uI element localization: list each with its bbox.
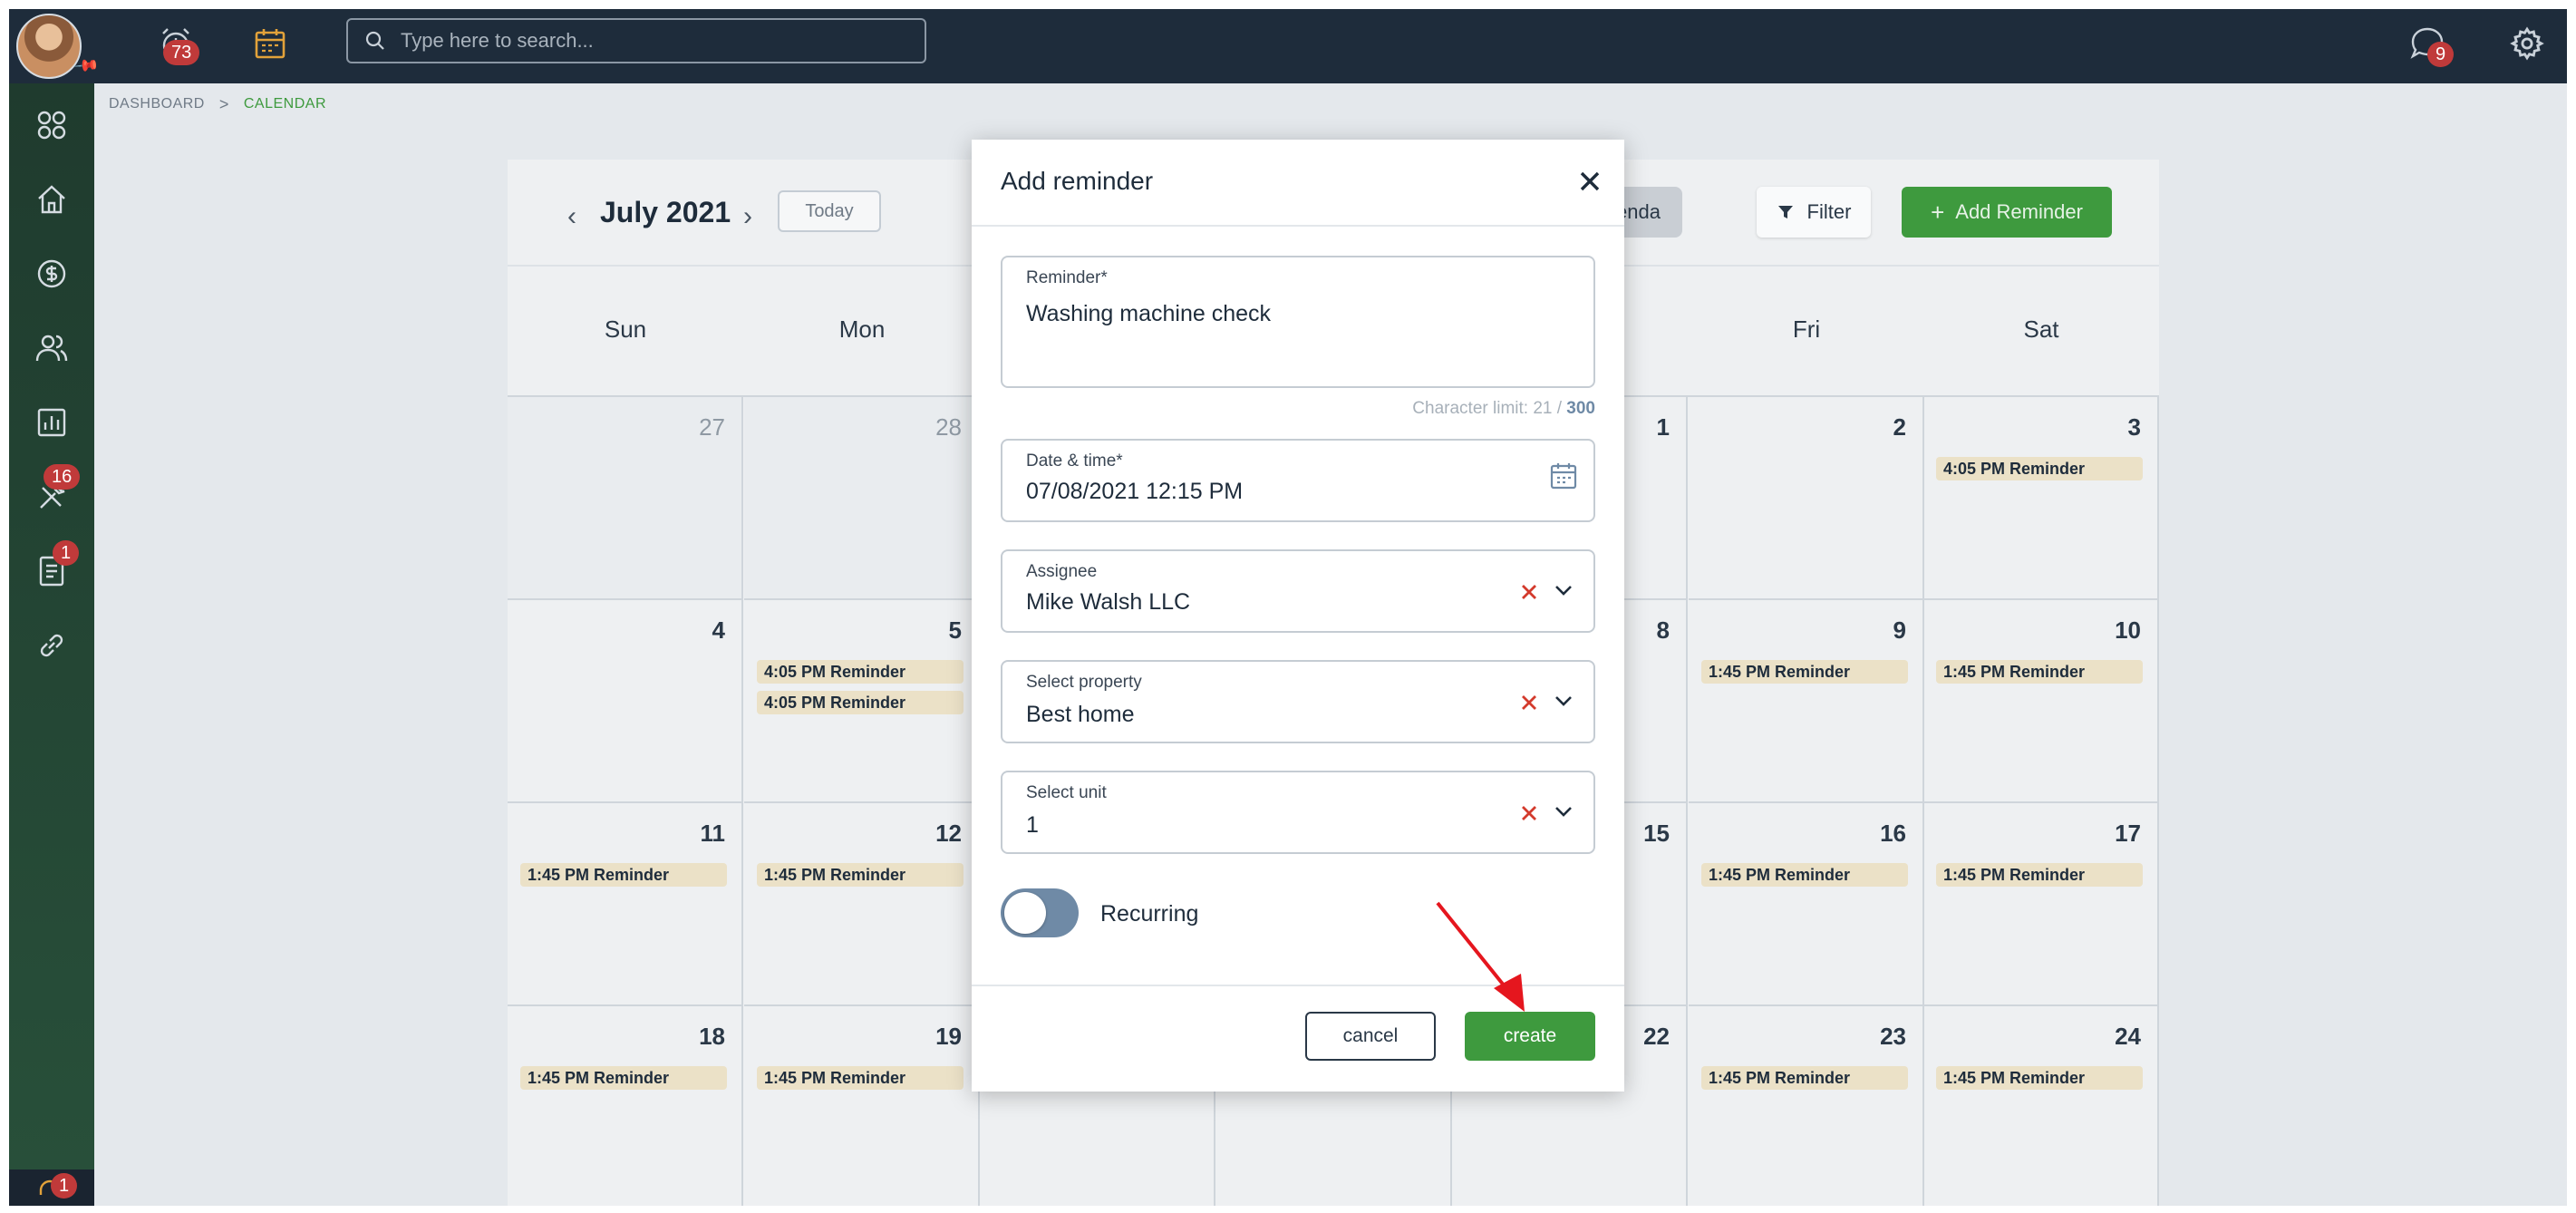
chevron-down-icon[interactable]: [1550, 577, 1577, 604]
close-icon[interactable]: [1574, 165, 1606, 198]
chevron-down-icon[interactable]: [1550, 798, 1577, 825]
recurring-toggle[interactable]: [1001, 888, 1079, 937]
chevron-down-icon[interactable]: [1550, 687, 1577, 714]
unit-select[interactable]: Select unit 1: [1001, 771, 1595, 854]
clear-unit-icon[interactable]: [1517, 801, 1541, 825]
cancel-button[interactable]: cancel: [1305, 1012, 1436, 1061]
dialog-header-divider: [972, 225, 1624, 227]
character-limit-max: 300: [1566, 399, 1595, 418]
dialog-title: Add reminder: [1001, 167, 1154, 195]
clear-property-icon[interactable]: [1517, 691, 1541, 714]
character-limit: Character limit: 21 / 300: [1001, 399, 1595, 419]
assignee-label: Assignee: [1026, 562, 1098, 581]
clear-assignee-icon[interactable]: [1517, 580, 1541, 604]
recurring-label: Recurring: [1100, 901, 1199, 927]
reminder-input[interactable]: Washing machine check: [1026, 301, 1534, 327]
reminder-label: Reminder*: [1026, 268, 1108, 287]
property-label: Select property: [1026, 673, 1142, 692]
toggle-knob: [1004, 892, 1046, 934]
unit-value: 1: [1026, 812, 1039, 838]
character-limit-count: Character limit: 21 /: [1412, 399, 1567, 418]
reminder-field[interactable]: Reminder* Washing machine check: [1001, 256, 1595, 388]
create-button[interactable]: create: [1465, 1012, 1595, 1061]
datetime-label: Date & time*: [1026, 451, 1123, 471]
unit-label: Select unit: [1026, 783, 1107, 802]
property-select[interactable]: Select property Best home: [1001, 660, 1595, 743]
assignee-select[interactable]: Assignee Mike Walsh LLC: [1001, 549, 1595, 633]
datetime-input[interactable]: 07/08/2021 12:15 PM: [1026, 479, 1534, 505]
annotation-arrow-icon: [1436, 901, 1525, 1012]
assignee-value: Mike Walsh LLC: [1026, 589, 1191, 615]
app-window: 📌 73 9: [9, 9, 2567, 1206]
property-value: Best home: [1026, 702, 1135, 727]
datetime-field[interactable]: Date & time* 07/08/2021 12:15 PM: [1001, 439, 1595, 522]
calendar-icon[interactable]: [1548, 461, 1579, 491]
